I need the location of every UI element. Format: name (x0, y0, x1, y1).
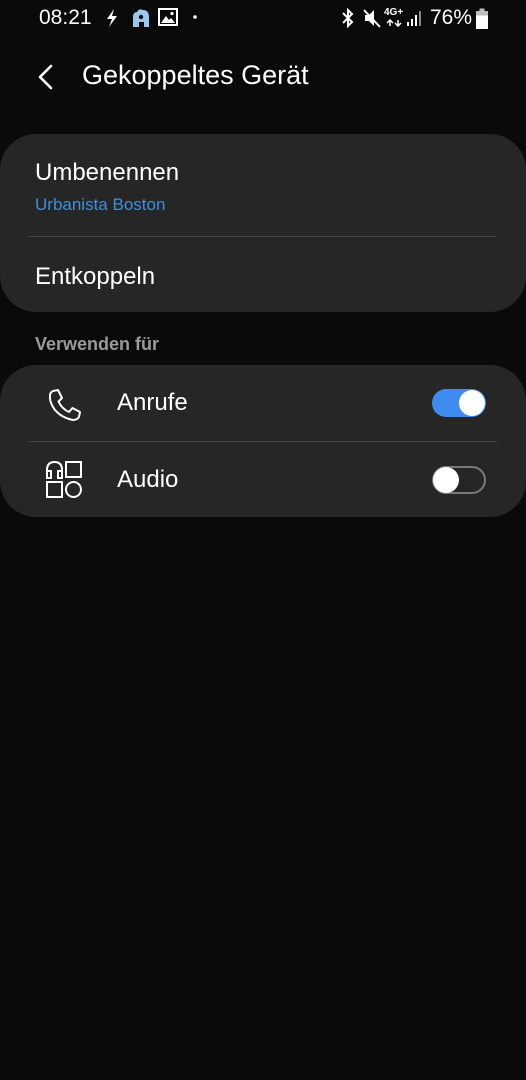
bluetooth-icon (342, 7, 354, 29)
back-chevron-icon[interactable] (30, 60, 64, 94)
calls-label: Anrufe (117, 389, 188, 416)
use-for-card: Anrufe Audio (0, 365, 526, 517)
audio-toggle[interactable] (432, 466, 486, 494)
divider (29, 236, 497, 237)
section-label-use-for: Verwenden für (35, 334, 160, 354)
device-name: Urbanista Boston (35, 195, 166, 214)
network-activity-icon (386, 19, 402, 27)
page-title: Gekoppeltes Gerät (82, 60, 309, 90)
calls-row[interactable]: Anrufe (0, 365, 526, 441)
battery-percent: 76% (430, 6, 473, 29)
more-notifications-dot-icon (193, 15, 197, 19)
status-bar: 08:21 4G+ 76% (0, 0, 526, 38)
audio-label: Audio (117, 466, 179, 493)
flash-icon (107, 9, 117, 27)
app-notification-icon (133, 9, 149, 28)
signal-icon (407, 11, 421, 26)
rename-label: Umbenennen (35, 159, 180, 186)
calls-toggle[interactable] (432, 389, 486, 417)
audio-row[interactable]: Audio (0, 442, 526, 517)
device-options-card: Umbenennen Urbanista Boston Entkoppeln (0, 134, 526, 312)
screen: 08:21 4G+ 76% Gekoppeltes Gerät Umbenenn… (0, 0, 526, 1080)
mute-icon (363, 9, 381, 28)
rename-row[interactable]: Umbenennen Urbanista Boston (0, 134, 526, 236)
unpair-row[interactable]: Entkoppeln (0, 238, 526, 312)
gallery-icon (158, 8, 178, 26)
toggle-knob (459, 390, 485, 416)
toggle-knob (433, 467, 459, 493)
phone-icon (48, 389, 81, 421)
network-4g-icon: 4G+ (384, 7, 404, 18)
status-time: 08:21 (39, 6, 92, 29)
audio-icon (46, 460, 82, 498)
app-bar: Gekoppeltes Gerät (0, 50, 526, 106)
unpair-label: Entkoppeln (35, 263, 156, 290)
battery-icon (476, 8, 488, 29)
